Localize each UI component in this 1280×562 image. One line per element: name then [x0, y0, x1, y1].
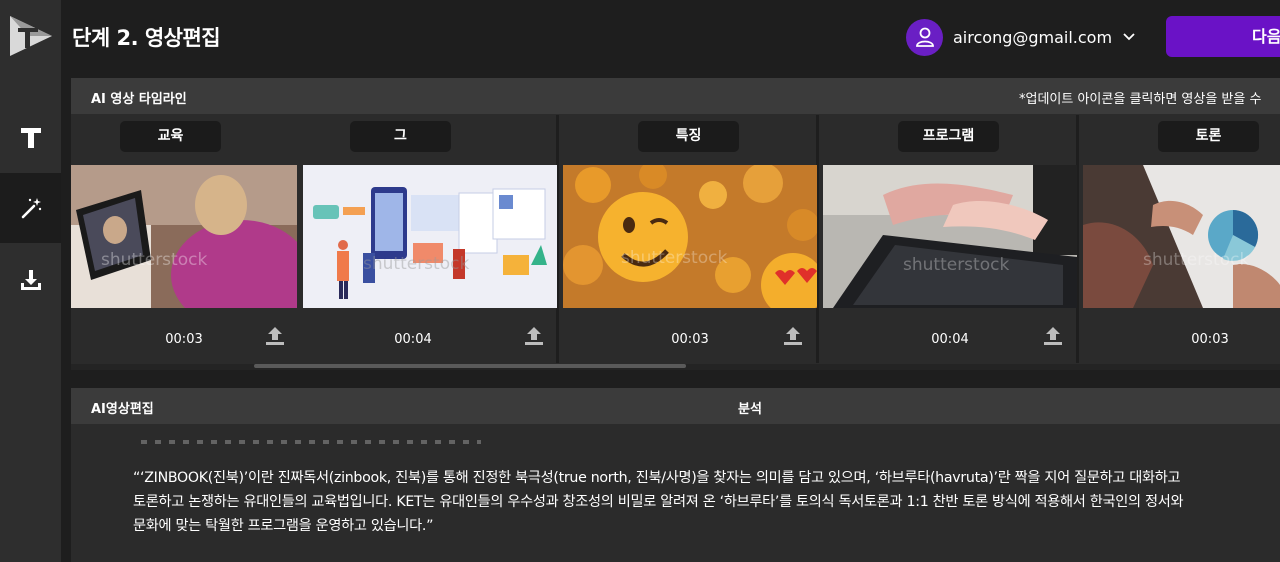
timeline-scrollbar[interactable]: [71, 364, 1280, 370]
analysis-text[interactable]: “‘ZINBOOK(진북)’이란 진짜독서(zinbook, 진북)를 통해 진…: [133, 466, 1280, 538]
analysis-text-line: “‘ZINBOOK(진북)’이란 진짜독서(zinbook, 진북)를 통해 진…: [133, 470, 1181, 486]
timeline-clip[interactable]: 그 shutterstock 00:04: [300, 115, 559, 363]
watermark: shutterstock: [101, 250, 207, 270]
clip-keyword[interactable]: 특징: [638, 121, 739, 152]
clip-thumbnail[interactable]: shutterstock: [303, 165, 557, 308]
clip-thumbnail[interactable]: shutterstock: [563, 165, 817, 308]
timeline-clip[interactable]: 교육 shutterstock 00:03: [71, 115, 330, 363]
clip-keyword[interactable]: 프로그램: [898, 121, 999, 152]
text-icon: [20, 128, 41, 148]
clip-keyword[interactable]: 교육: [120, 121, 221, 152]
user-icon: [915, 27, 934, 47]
clip-duration: 00:03: [671, 332, 709, 347]
upload-icon[interactable]: [523, 325, 545, 347]
clip-keyword[interactable]: 그: [350, 121, 451, 152]
edit-header: AI영상편집 분석: [71, 388, 1280, 424]
avatar: [906, 18, 943, 56]
timeline-clip[interactable]: 프로그램 shutterstock 00:04: [820, 115, 1079, 363]
chevron-down-icon: [1123, 33, 1135, 41]
upload-icon[interactable]: [264, 325, 286, 347]
clip-thumbnail[interactable]: shutterstock: [1083, 165, 1280, 308]
clip-duration: 00:03: [1191, 332, 1229, 347]
account-menu[interactable]: aircong@gmail.com: [906, 18, 1136, 56]
analysis-text-line: 토론하고 논쟁하는 유대인들의 교육법입니다. KET는 유대인들의 우수성과 …: [133, 494, 1184, 510]
sidebar: [0, 0, 61, 562]
timeline-scrollbar-thumb[interactable]: [254, 364, 686, 368]
sidebar-item-text[interactable]: [0, 103, 61, 173]
watermark: shutterstock: [1143, 250, 1249, 270]
watermark: shutterstock: [621, 248, 727, 268]
timeline-clip[interactable]: 토론 shutterstock 00:03: [1080, 115, 1280, 363]
watermark: shutterstock: [903, 255, 1009, 275]
clip-duration: 00:04: [931, 332, 969, 347]
watermark: shutterstock: [363, 254, 469, 274]
download-icon: [20, 270, 41, 290]
analysis-label: 분석: [738, 402, 762, 417]
timeline-clip[interactable]: 특징 shutterstock 00:03: [560, 115, 819, 363]
timeline-panel: AI 영상 타임라인 *업데이트 아이콘을 클릭하면 영상을 받을 수 교육 s…: [71, 78, 1280, 370]
upload-icon[interactable]: [782, 325, 804, 347]
clip-duration: 00:04: [394, 332, 432, 347]
clip-thumbnail[interactable]: shutterstock: [71, 165, 297, 308]
edit-title: AI영상편집: [91, 402, 154, 417]
timeline-header: AI 영상 타임라인 *업데이트 아이콘을 클릭하면 영상을 받을 수: [71, 78, 1280, 114]
analysis-text-line: 문화에 맞는 탁월한 프로그램을 운영하고 있습니다.”: [133, 518, 434, 534]
clipped-text-line: [141, 440, 481, 444]
clip-keyword[interactable]: 토론: [1158, 121, 1259, 152]
next-button[interactable]: 다음: [1166, 16, 1280, 57]
page-title: 단계 2. 영상편집: [72, 26, 221, 50]
timeline-note: *업데이트 아이콘을 클릭하면 영상을 받을 수: [1019, 92, 1262, 107]
edit-panel: AI영상편집 분석 “‘ZINBOOK(진북)’이란 진짜독서(zinbook,…: [71, 388, 1280, 562]
sidebar-item-edit[interactable]: [0, 173, 61, 243]
timeline-title: AI 영상 타임라인: [91, 92, 187, 107]
magic-wand-icon: [21, 198, 41, 219]
app-logo[interactable]: [8, 14, 54, 58]
upload-icon[interactable]: [1042, 325, 1064, 347]
sidebar-item-download[interactable]: [0, 245, 61, 315]
clip-thumbnail[interactable]: shutterstock: [823, 165, 1077, 308]
account-email: aircong@gmail.com: [953, 27, 1113, 47]
